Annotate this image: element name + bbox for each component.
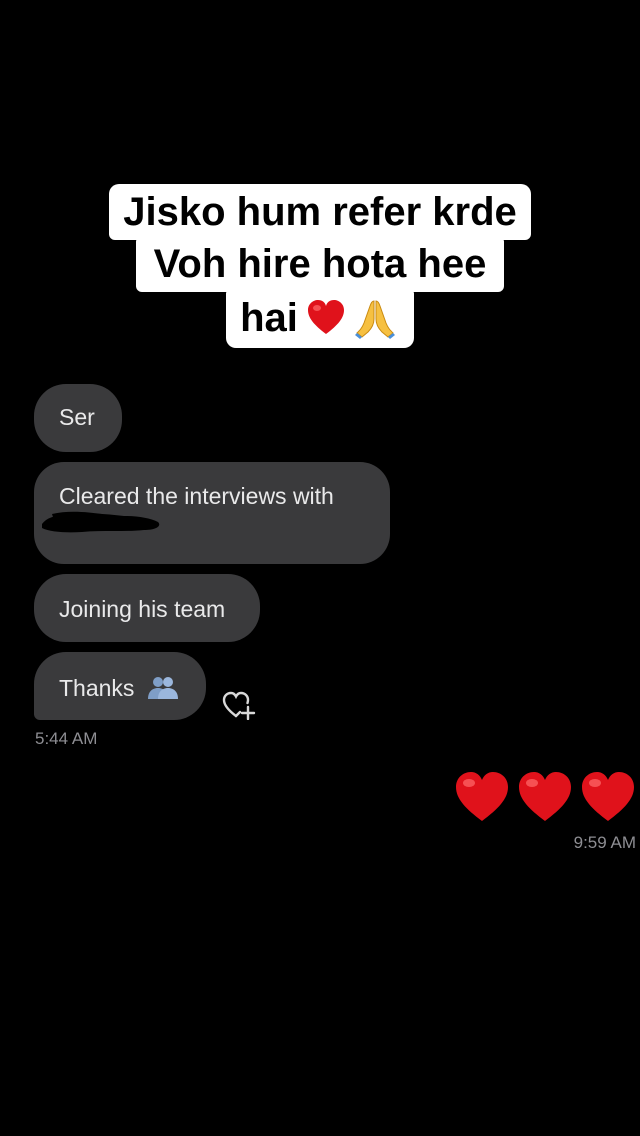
message-timestamp: 5:44 AM bbox=[35, 729, 98, 748]
red-heart-icon bbox=[582, 772, 634, 821]
message-text: Thanks bbox=[59, 675, 135, 701]
red-heart-icon bbox=[519, 772, 571, 821]
message-bubble[interactable]: Ser bbox=[34, 384, 122, 452]
people-icon bbox=[147, 677, 178, 699]
sent-message-hearts[interactable] bbox=[454, 770, 636, 826]
red-heart-icon bbox=[456, 772, 508, 821]
message-bubble[interactable]: Joining his team bbox=[34, 574, 260, 642]
message-bubble[interactable]: Cleared the interviews with bbox=[34, 462, 390, 564]
folded-hands-icon bbox=[354, 300, 395, 339]
message-timestamp: 9:59 AM bbox=[573, 833, 636, 852]
caption-overlay: Jisko hum refer krde Voh hire hota hee h… bbox=[0, 184, 640, 348]
message-bubble[interactable]: Thanks bbox=[34, 652, 206, 720]
red-heart-icon bbox=[307, 300, 344, 334]
message-text: Ser bbox=[59, 404, 95, 430]
caption-line-1-text: Jisko hum refer krde bbox=[123, 190, 517, 234]
message-text: Cleared the interviews with bbox=[59, 483, 334, 509]
add-reaction-heart-icon[interactable] bbox=[222, 690, 256, 720]
message-text: Joining his team bbox=[59, 596, 226, 622]
caption-line-3-text: hai bbox=[240, 296, 298, 340]
caption-line-2-text: Voh hire hota hee bbox=[153, 242, 487, 286]
caption-line-1: Jisko hum refer krde bbox=[109, 184, 531, 240]
caption-line-2: Voh hire hota hee bbox=[135, 236, 505, 292]
caption-line-3: hai bbox=[226, 288, 414, 348]
redaction-scribble bbox=[42, 511, 160, 533]
